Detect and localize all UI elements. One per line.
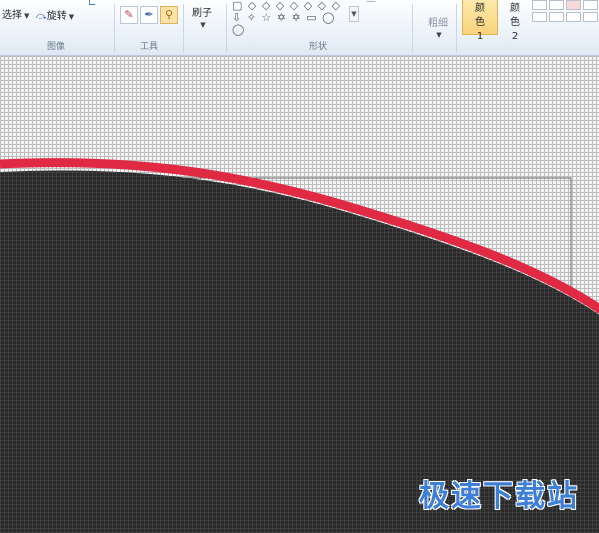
- color-2-label: 颜色 2: [510, 3, 520, 42]
- separator: [412, 4, 413, 52]
- palette-swatch[interactable]: [549, 12, 564, 22]
- magnifier-icon[interactable]: ⚲: [160, 6, 178, 24]
- color-2-button[interactable]: 颜色 2: [498, 0, 532, 42]
- image-group: 选择 ▼ ⤼旋转 ▼ ⊏ 图像: [0, 0, 112, 55]
- rotate-icon: ⤼: [36, 11, 47, 22]
- color-palette: [532, 0, 598, 22]
- separator: [183, 4, 184, 52]
- fill-option[interactable]: —: [366, 0, 376, 7]
- crop-icon[interactable]: ⊏: [88, 0, 96, 8]
- size-button[interactable]: 粗细 ▼: [428, 14, 448, 40]
- palette-swatch[interactable]: [583, 12, 598, 22]
- chevron-down-icon: ▼: [24, 12, 30, 20]
- tools-group-label: 工具: [139, 42, 158, 52]
- rotate-label: 旋转: [46, 11, 67, 22]
- palette-swatch[interactable]: [566, 12, 581, 22]
- palette-swatch[interactable]: [532, 12, 547, 22]
- rotate-button[interactable]: ⤼旋转 ▼: [36, 7, 74, 22]
- shapes-gallery[interactable]: ▢ ◇ ◇ ◇ ◇ ◇ ◇ ◇ ⇩ ✧ ☆ ✡ ✡ ▭ ◯ ◯: [232, 0, 352, 36]
- chevron-down-icon: ▼: [436, 31, 442, 39]
- separator: [226, 4, 227, 52]
- ribbon: 选择 ▼ ⤼旋转 ▼ ⊏ 图像 ✎ ✒ ⚲ 工具 刷子 ▼ ▢ ◇ ◇ ◇ ◇ ◇ …: [0, 0, 599, 56]
- watermark: 极速下载站: [419, 479, 579, 514]
- color-1-button[interactable]: 颜色 1: [462, 0, 498, 42]
- chevron-down-icon: ▼: [200, 21, 206, 29]
- shapes-more-button[interactable]: ▼: [349, 6, 359, 22]
- shapes-row-2: ⇩ ✧ ☆ ✡ ✡ ▭ ◯ ◯: [232, 11, 336, 36]
- select-button[interactable]: 选择 ▼: [2, 6, 29, 21]
- brushes-label: 刷子: [192, 8, 212, 19]
- chevron-down-icon: ▼: [68, 13, 75, 21]
- brushes-button[interactable]: 刷子 ▼: [192, 4, 212, 30]
- palette-swatch[interactable]: [549, 0, 564, 10]
- drawing-canvas[interactable]: 极速下载站: [0, 56, 599, 533]
- size-label: 粗细: [428, 18, 448, 29]
- separator: [456, 4, 457, 52]
- canvas-drawing: [0, 158, 599, 533]
- palette-swatch[interactable]: [566, 0, 581, 10]
- tools-toolbox: ✎ ✒ ⚲: [120, 6, 178, 26]
- image-group-label: 图像: [46, 42, 65, 52]
- color-picker-icon[interactable]: ✒: [140, 6, 158, 24]
- separator: [114, 4, 115, 52]
- eraser-icon[interactable]: ✎: [120, 6, 138, 24]
- select-label: 选择: [2, 10, 22, 21]
- palette-swatch[interactable]: [583, 0, 598, 10]
- palette-swatch[interactable]: [532, 0, 547, 10]
- color-1-label: 颜色 1: [475, 3, 485, 42]
- shapes-group-label: 形状: [308, 42, 327, 52]
